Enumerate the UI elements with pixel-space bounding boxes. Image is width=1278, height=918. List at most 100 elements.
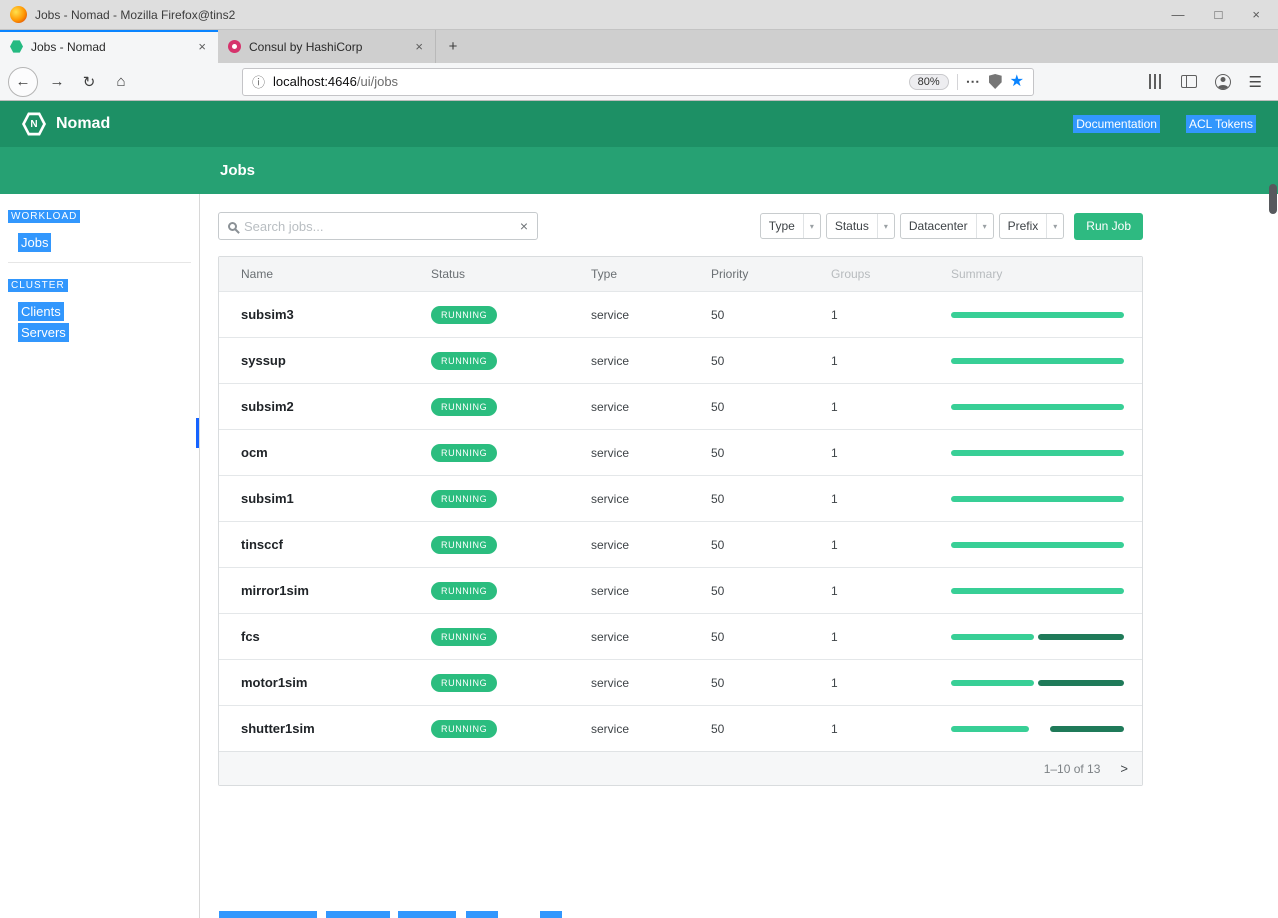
zoom-level-badge[interactable]: 80% — [909, 74, 949, 90]
job-priority: 50 — [689, 676, 809, 690]
forward-button[interactable]: → — [44, 69, 70, 95]
new-tab-button[interactable]: + — [436, 30, 470, 63]
content-area: WORKLOAD Jobs CLUSTER Clients Servers × — [0, 194, 1278, 918]
clear-search-icon[interactable]: × — [520, 218, 528, 234]
tracking-protection-shield-icon[interactable] — [989, 74, 1002, 89]
table-row[interactable]: syssup RUNNING service 50 1 — [219, 337, 1142, 383]
chevron-down-icon: ▾ — [803, 214, 820, 238]
controls-row: × Type ▾ Status ▾ Datacenter ▾ — [218, 212, 1143, 240]
job-priority: 50 — [689, 538, 809, 552]
scrollbar-thumb[interactable] — [1269, 184, 1277, 214]
status-badge: RUNNING — [431, 352, 497, 370]
home-button[interactable]: ⌂ — [108, 69, 134, 95]
header-name[interactable]: Name — [219, 267, 409, 281]
acl-tokens-link[interactable]: ACL Tokens — [1186, 115, 1256, 133]
job-type: service — [569, 584, 689, 598]
job-type: service — [569, 538, 689, 552]
hamburger-menu-icon[interactable]: ☰ — [1249, 73, 1262, 91]
job-name: syssup — [241, 353, 286, 368]
firefox-icon — [10, 6, 27, 23]
table-row[interactable]: shutter1sim RUNNING service 50 1 — [219, 705, 1142, 751]
minimize-button[interactable]: — — [1172, 7, 1185, 22]
main-panel: × Type ▾ Status ▾ Datacenter ▾ — [200, 194, 1278, 918]
bookmark-star-icon[interactable]: ★ — [1010, 74, 1024, 90]
site-info-icon[interactable]: ⓘ — [252, 72, 265, 91]
tab-close-icon[interactable]: × — [196, 39, 208, 54]
job-type: service — [569, 308, 689, 322]
nomad-logo-icon: N — [22, 111, 46, 137]
job-priority: 50 — [689, 446, 809, 460]
datacenter-filter-dropdown[interactable]: Datacenter ▾ — [900, 213, 994, 239]
summary-bar — [951, 496, 1124, 502]
job-type: service — [569, 446, 689, 460]
tab-label: Jobs - Nomad — [31, 40, 188, 54]
search-input[interactable] — [244, 219, 513, 234]
reload-button[interactable]: ↻ — [76, 69, 102, 95]
selection-artifact — [219, 911, 317, 918]
table-row[interactable]: mirror1sim RUNNING service 50 1 — [219, 567, 1142, 613]
table-row[interactable]: motor1sim RUNNING service 50 1 — [219, 659, 1142, 705]
tab-jobs-nomad[interactable]: Jobs - Nomad × — [0, 30, 218, 63]
next-page-button[interactable]: > — [1120, 761, 1128, 776]
table-row[interactable]: subsim2 RUNNING service 50 1 — [219, 383, 1142, 429]
sidebar-item-clients[interactable]: Clients — [18, 304, 199, 319]
prefix-filter-dropdown[interactable]: Prefix ▾ — [999, 213, 1065, 239]
header-priority[interactable]: Priority — [689, 267, 809, 281]
sidebar-toggle-icon[interactable] — [1181, 75, 1197, 88]
summary-bar — [951, 542, 1124, 548]
job-type: service — [569, 354, 689, 368]
tab-close-icon[interactable]: × — [413, 39, 425, 54]
page-actions-icon[interactable]: ⋯ — [966, 73, 981, 90]
header-groups: Groups — [809, 267, 929, 281]
summary-bar — [951, 588, 1124, 594]
url-bar[interactable]: ⓘ localhost:4646/ui/jobs 80% ⋯ ★ — [242, 68, 1034, 96]
run-job-button[interactable]: Run Job — [1074, 213, 1143, 240]
navigation-toolbar: ← → ↻ ⌂ ⓘ localhost:4646/ui/jobs 80% ⋯ ★… — [0, 63, 1278, 101]
table-row[interactable]: subsim1 RUNNING service 50 1 — [219, 475, 1142, 521]
search-box[interactable]: × — [218, 212, 538, 240]
back-button[interactable]: ← — [8, 67, 38, 97]
job-name: fcs — [241, 629, 260, 644]
window-titlebar: Jobs - Nomad - Mozilla Firefox@tins2 — □… — [0, 0, 1278, 30]
table-row[interactable]: subsim3 RUNNING service 50 1 — [219, 291, 1142, 337]
header-status[interactable]: Status — [409, 267, 569, 281]
table-row[interactable]: tinsccf RUNNING service 50 1 — [219, 521, 1142, 567]
close-button[interactable]: × — [1252, 7, 1260, 22]
job-priority: 50 — [689, 584, 809, 598]
maximize-button[interactable]: □ — [1215, 7, 1223, 22]
urlbar-separator — [957, 74, 958, 90]
selection-artifact — [540, 911, 562, 918]
url-host: localhost:4646 — [273, 74, 357, 89]
job-type: service — [569, 492, 689, 506]
summary-bar — [951, 404, 1124, 410]
status-badge: RUNNING — [431, 444, 497, 462]
nomad-logo-inner: N — [25, 114, 43, 134]
documentation-link[interactable]: Documentation — [1073, 115, 1160, 133]
header-type[interactable]: Type — [569, 267, 689, 281]
status-badge: RUNNING — [431, 306, 497, 324]
chevron-down-icon: ▾ — [877, 214, 894, 238]
brand-name[interactable]: Nomad — [56, 115, 110, 133]
status-filter-dropdown[interactable]: Status ▾ — [826, 213, 895, 239]
account-avatar-icon[interactable] — [1215, 74, 1231, 90]
status-badge: RUNNING — [431, 674, 497, 692]
type-filter-dropdown[interactable]: Type ▾ — [760, 213, 821, 239]
library-icon[interactable] — [1149, 74, 1163, 89]
selection-artifact — [326, 911, 390, 918]
summary-bar — [951, 312, 1124, 318]
page-title: Jobs — [220, 162, 255, 179]
job-priority: 50 — [689, 492, 809, 506]
tab-consul[interactable]: Consul by HashiCorp × — [218, 30, 436, 63]
job-type: service — [569, 676, 689, 690]
sidebar-item-servers[interactable]: Servers — [18, 325, 199, 340]
job-groups: 1 — [809, 538, 929, 552]
job-name: subsim1 — [241, 491, 294, 506]
summary-bar — [951, 450, 1124, 456]
sidebar-item-jobs[interactable]: Jobs — [18, 235, 199, 250]
table-row[interactable]: ocm RUNNING service 50 1 — [219, 429, 1142, 475]
job-groups: 1 — [809, 722, 929, 736]
selection-artifact — [466, 911, 498, 918]
table-row[interactable]: fcs RUNNING service 50 1 — [219, 613, 1142, 659]
sidebar: WORKLOAD Jobs CLUSTER Clients Servers — [0, 194, 200, 918]
table-header: Name Status Type Priority Groups Summary — [219, 257, 1142, 291]
